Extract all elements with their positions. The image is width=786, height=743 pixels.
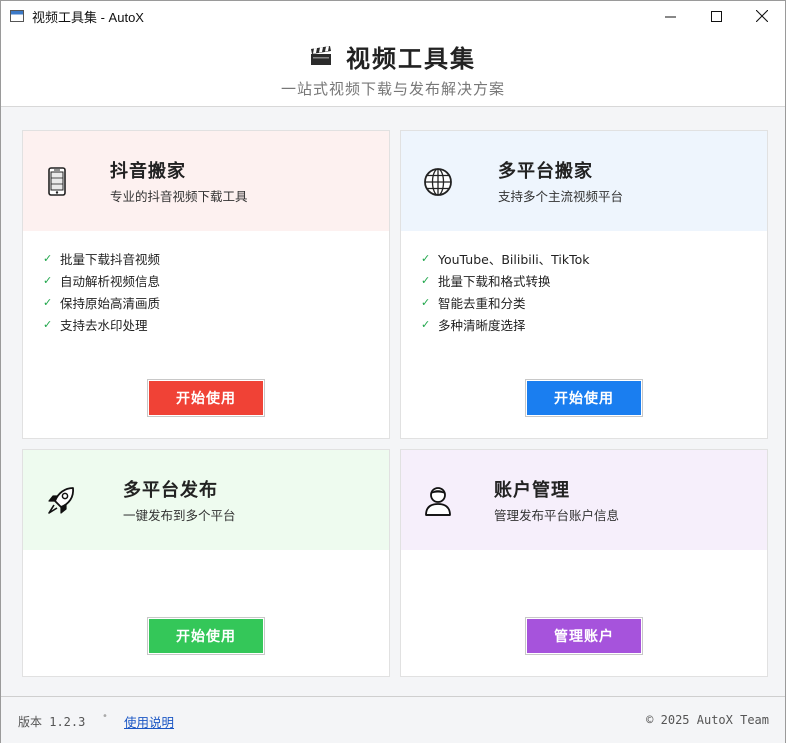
douyin-start-button[interactable]: 开始使用 <box>147 379 265 417</box>
card-title: 多平台发布 <box>123 480 218 501</box>
user-icon <box>425 487 451 516</box>
card-description: 一键发布到多个平台 <box>123 508 236 523</box>
check-icon: ✓ <box>421 317 431 331</box>
card-description: 支持多个主流视频平台 <box>498 189 624 204</box>
check-icon: ✓ <box>421 273 431 287</box>
window-title: 视频工具集 - AutoX <box>32 9 144 25</box>
feature-item: ✓ 保持原始高清画质 <box>43 295 161 311</box>
manage-account-button[interactable]: 管理账户 <box>525 617 643 655</box>
check-icon: ✓ <box>43 317 53 331</box>
douyin-card: 抖音搬家 专业的抖音视频下载工具 ✓ 批量下载抖音视频 ✓ 自动解析视频信息 ✓ 保持… <box>22 130 390 439</box>
check-icon: ✓ <box>43 295 53 309</box>
card-title: 多平台搬家 <box>498 161 593 182</box>
card-title: 抖音搬家 <box>110 161 186 182</box>
button-label: 开始使用 <box>149 381 263 415</box>
card-header: 抖音搬家 专业的抖音视频下载工具 <box>23 131 389 231</box>
card-header: 多平台发布 一键发布到多个平台 <box>23 450 389 550</box>
feature-item: ✓ 智能去重和分类 <box>421 295 526 311</box>
page-subtitle: 一站式视频下载与发布解决方案 <box>280 80 505 98</box>
check-icon: ✓ <box>421 251 431 265</box>
multi-platform-move-card: 多平台搬家 支持多个主流视频平台 ✓ YouTube、Bilibili、TikTo… <box>400 130 768 439</box>
window-controls <box>647 1 785 31</box>
globe-icon <box>424 168 452 196</box>
account-management-card: 账户管理 管理发布平台账户信息 管理账户 <box>400 449 768 677</box>
maximize-icon <box>710 10 722 22</box>
card-description: 专业的抖音视频下载工具 <box>110 189 248 204</box>
phone-icon <box>48 167 66 196</box>
check-icon: ✓ <box>421 295 431 309</box>
version-label: 版本 1.2.3 <box>18 715 86 729</box>
app-icon <box>10 10 24 22</box>
card-header: 账户管理 管理发布平台账户信息 <box>401 450 767 550</box>
card-title: 账户管理 <box>494 480 570 501</box>
rocket-icon <box>48 487 74 514</box>
close-button[interactable] <box>739 1 785 31</box>
footer: 版本 1.2.3 • 使用说明 © 2025 AutoX Team <box>1 696 785 743</box>
footer-separator: • <box>102 711 108 722</box>
feature-list: ✓ YouTube、Bilibili、TikTok ✓ 批量下载和格式转换 ✓ 智能去… <box>401 231 767 335</box>
app-window: 视频工具集 - AutoX 视频工具集 一站式视频下载与发布解决方案 抖音搬家 … <box>0 0 786 743</box>
feature-item: ✓ 批量下载和格式转换 <box>421 273 551 289</box>
help-link[interactable]: 使用说明 <box>124 712 174 731</box>
copyright-text: © 2025 AutoX Team <box>646 713 769 727</box>
maximize-button[interactable] <box>693 1 739 31</box>
minimize-icon <box>664 16 676 17</box>
feature-item: ✓ YouTube、Bilibili、TikTok <box>421 251 590 267</box>
page-title: 视频工具集 <box>346 44 476 73</box>
multi-platform-publish-card: 多平台发布 一键发布到多个平台 开始使用 <box>22 449 390 677</box>
publish-start-button[interactable]: 开始使用 <box>147 617 265 655</box>
feature-item: ✓ 自动解析视频信息 <box>43 273 161 289</box>
feature-item: ✓ 支持去水印处理 <box>43 317 148 333</box>
clapperboard-icon <box>311 46 331 65</box>
close-icon <box>756 10 768 22</box>
check-icon: ✓ <box>43 273 53 287</box>
check-icon: ✓ <box>43 251 53 265</box>
button-label: 管理账户 <box>527 619 641 653</box>
multi-move-start-button[interactable]: 开始使用 <box>525 379 643 417</box>
button-label: 开始使用 <box>149 619 263 653</box>
page-header: 视频工具集 一站式视频下载与发布解决方案 <box>1 31 785 107</box>
card-description: 管理发布平台账户信息 <box>494 508 620 523</box>
title-bar: 视频工具集 - AutoX <box>1 1 785 31</box>
feature-item: ✓ 多种清晰度选择 <box>421 317 526 333</box>
card-header: 多平台搬家 支持多个主流视频平台 <box>401 131 767 231</box>
feature-list: ✓ 批量下载抖音视频 ✓ 自动解析视频信息 ✓ 保持原始高清画质 ✓ 支持去水印处理 <box>23 231 389 335</box>
minimize-button[interactable] <box>647 1 693 31</box>
button-label: 开始使用 <box>527 381 641 415</box>
feature-item: ✓ 批量下载抖音视频 <box>43 251 161 267</box>
